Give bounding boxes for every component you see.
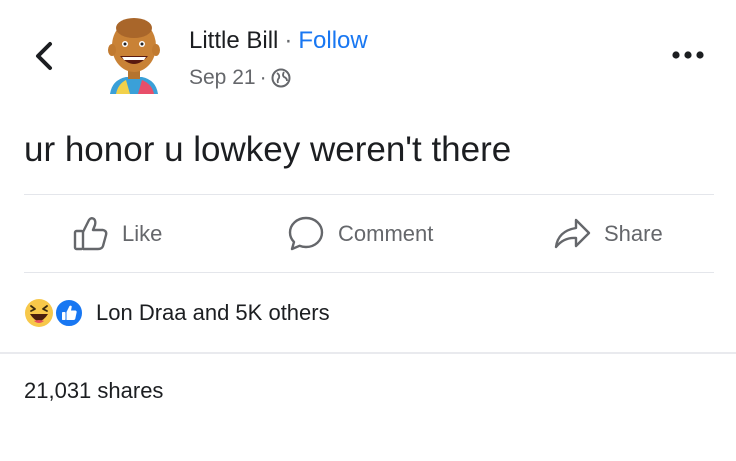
- follow-button[interactable]: Follow: [298, 27, 367, 54]
- author-separator: ·: [284, 27, 293, 54]
- back-button[interactable]: [30, 38, 60, 74]
- reactions-label: Lon Draa and 5K others: [96, 300, 330, 325]
- profile-picture: [108, 18, 160, 94]
- author-name[interactable]: Little Bill: [189, 27, 278, 54]
- share-arrow-icon: [554, 218, 591, 249]
- shares-count[interactable]: 21,031 shares: [24, 376, 163, 406]
- post-date[interactable]: Sep 21: [189, 64, 256, 92]
- more-horizontal-icon: [672, 51, 704, 59]
- divider: [24, 272, 714, 273]
- post-text: ur honor u lowkey weren't there: [24, 130, 512, 169]
- divider: [24, 194, 714, 195]
- reactions-summary[interactable]: Lon Draa and 5K others: [24, 295, 330, 331]
- section-divider: [0, 352, 736, 354]
- reaction-icons: [24, 296, 88, 330]
- globe-icon: [271, 68, 291, 88]
- like-label: Like: [122, 221, 163, 246]
- chevron-left-icon: [36, 42, 52, 70]
- like-reaction-icon: [54, 298, 84, 328]
- avatar[interactable]: [106, 14, 162, 96]
- comment-icon: [288, 216, 324, 251]
- comment-button[interactable]: Comment: [286, 212, 433, 256]
- haha-emoji-icon: [25, 299, 53, 327]
- post-meta: Sep 21 ·: [189, 64, 291, 92]
- share-button[interactable]: Share: [552, 212, 663, 256]
- author-line: Little Bill · Follow: [189, 26, 368, 56]
- thumbs-up-icon: [73, 217, 108, 251]
- like-button[interactable]: Like: [72, 212, 162, 256]
- meta-separator: ·: [259, 66, 267, 89]
- post-page: Little Bill · Follow Sep 21 · ur honor u l…: [0, 0, 736, 461]
- comment-label: Comment: [338, 221, 434, 246]
- share-label: Share: [604, 221, 663, 246]
- more-options-button[interactable]: [668, 45, 708, 65]
